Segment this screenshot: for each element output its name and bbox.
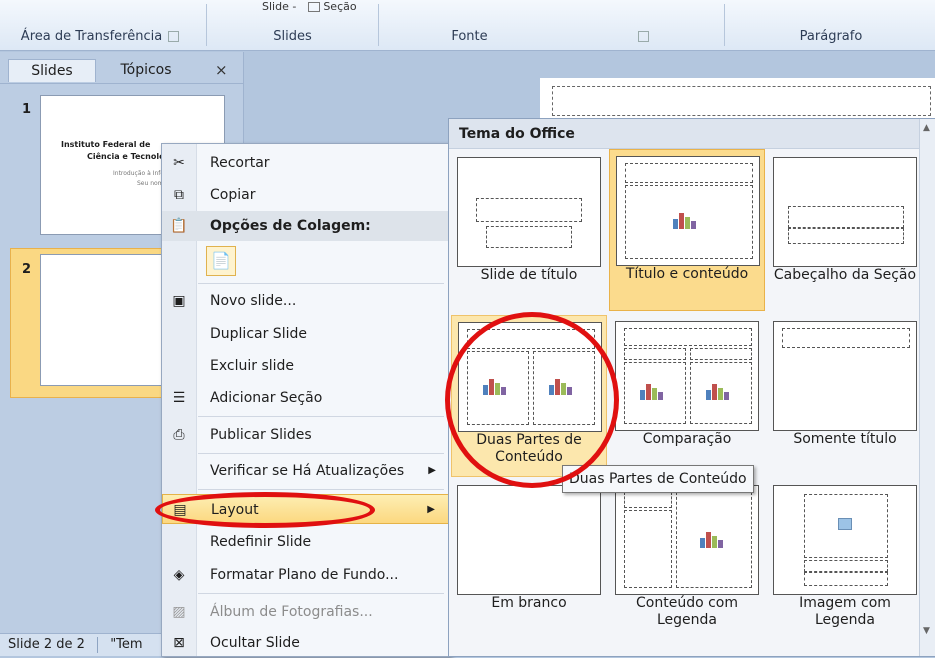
ribbon-group-slides: Slides [273,29,312,44]
menu-separator [198,453,444,454]
layout-caption: Somente título [793,431,897,447]
copy-icon: ⧉ [174,187,184,203]
annotation-circle [155,492,375,528]
scroll-up-icon[interactable]: ▲ [923,123,930,133]
dialog-launcher-icon[interactable] [637,31,649,42]
dialog-launcher-icon[interactable] [168,31,180,42]
layout-caption: Título e conteúdo [625,266,749,282]
menu-separator [198,489,444,490]
layout-option-content-caption[interactable]: Conteúdo com Legenda [609,479,765,641]
menu-item-label: Publicar Slides [210,427,312,443]
context-menu: ✂ Recortar ⧉ Copiar 📋 Opções de Colagem:… [161,143,451,657]
add-section-icon: ☰ [172,390,186,406]
ribbon-divider [206,4,207,46]
menu-item-publish-slides[interactable]: ⎙ Publicar Slides [162,420,450,450]
menu-header-paste-options: 📋 Opções de Colagem: [162,211,450,241]
menu-item-add-section[interactable]: ☰ Adicionar Seção [162,383,450,413]
menu-item-format-background[interactable]: ◈ Formatar Plano de Fundo... [162,560,450,590]
title-placeholder[interactable] [552,86,931,116]
theme-name: "Tem [110,637,143,652]
layout-option-title-content[interactable]: Título e conteúdo [609,149,765,311]
thumb-title-line2: Ciência e Tecnolog [87,152,171,161]
menu-item-label: Formatar Plano de Fundo... [210,567,399,583]
menu-item-reset-slide[interactable]: Redefinir Slide [162,527,450,557]
layout-preview [773,485,917,595]
menu-separator [198,416,444,417]
menu-item-copy[interactable]: ⧉ Copiar [162,180,450,210]
annotation-circle [445,312,619,488]
submenu-arrow-icon: ▶ [427,504,435,515]
layout-option-comparison[interactable]: Comparação [609,315,765,477]
tab-slides[interactable]: Slides [8,59,96,82]
paste-icon: 📋 [170,218,188,234]
layout-option-blank[interactable]: Em branco [451,479,607,641]
ribbon-divider [378,4,379,46]
scroll-down-icon[interactable]: ▼ [923,626,930,636]
layout-preview [457,485,601,595]
ribbon-group-paragraph: Parágrafo [799,29,863,44]
slide-number: 1 [22,102,32,117]
ribbon: Slide - Seção Área de Transferência Slid… [0,0,935,51]
ribbon-group-font: Fonte [380,26,720,48]
slide-number: 2 [22,262,32,277]
content-placeholder-icon [673,209,703,229]
menu-item-label: Opções de Colagem: [210,218,371,234]
layout-preview [773,321,917,431]
tab-divider [0,83,243,84]
layout-preview [616,156,760,266]
menu-item-check-updates[interactable]: Verificar se Há Atualizações ▶ [162,456,450,486]
new-slide-icon: ▣ [172,293,186,309]
layout-option-title-slide[interactable]: Slide de título [451,151,607,313]
layout-preview [773,157,917,267]
layout-caption: Comparação [642,431,732,447]
menu-item-label: Adicionar Seção [210,390,323,406]
layout-preview [615,321,759,431]
tab-topics[interactable]: Tópicos [100,59,192,81]
picture-placeholder-icon [838,518,852,530]
menu-separator [198,283,444,284]
menu-item-label: Álbum de Fotografias... [210,604,373,620]
hide-slide-icon: ⊠ [173,635,185,651]
scissors-icon: ✂ [173,155,185,171]
layout-option-section-header[interactable]: Cabeçalho da Seção [767,151,923,313]
slide-count: Slide 2 de 2 [8,637,85,652]
ribbon-group-clipboard: Área de Transferência [0,26,200,48]
menu-item-new-slide[interactable]: ▣ Novo slide... [162,286,450,316]
layout-preview [615,485,759,595]
menu-separator [198,593,444,594]
layout-preview [457,157,601,267]
submenu-arrow-icon: ▶ [428,465,436,476]
paste-option-icon[interactable]: 📄 [206,246,236,276]
format-background-icon: ◈ [173,567,185,583]
publish-slides-icon: ⎙ [173,427,185,443]
paste-option-row: 📄 [162,244,450,278]
menu-item-duplicate-slide[interactable]: Duplicar Slide [162,319,450,349]
menu-item-label: Redefinir Slide [210,534,312,550]
menu-item-label: Excluir slide [210,358,295,374]
layout-caption: Conteúdo com Legenda [636,595,738,628]
layout-option-picture-caption[interactable]: Imagem com Legenda [767,479,923,641]
thumb-title-line1: Instituto Federal de [61,140,151,149]
layout-caption: Em branco [491,595,567,611]
layout-option-title-only[interactable]: Somente título [767,315,923,477]
layout-caption: Imagem com Legenda [799,595,891,628]
menu-item-label: Duplicar Slide [210,326,307,342]
menu-item-label: Verificar se Há Atualizações [210,463,405,479]
layout-caption: Cabeçalho da Seção [773,267,917,283]
ribbon-divider [724,4,725,46]
menu-item-cut[interactable]: ✂ Recortar [162,148,450,178]
menu-item-photo-album: ▨ Álbum de Fotografias... [162,597,450,627]
menu-item-label: Copiar [210,187,256,203]
tooltip: Duas Partes de Conteúdo [562,465,754,493]
ribbon-slide-fragment: Slide - Seção [262,0,357,13]
menu-item-hide-slide[interactable]: ⊠ Ocultar Slide [162,628,450,658]
menu-item-label: Ocultar Slide [210,635,300,651]
layout-caption: Slide de título [480,267,578,283]
menu-item-label: Recortar [210,155,270,171]
photo-album-icon: ▨ [172,604,186,620]
menu-item-label: Novo slide... [210,293,297,309]
menu-item-delete-slide[interactable]: Excluir slide [162,351,450,381]
close-pane-icon[interactable]: × [215,61,228,79]
gallery-title: Tema do Office [449,119,919,149]
